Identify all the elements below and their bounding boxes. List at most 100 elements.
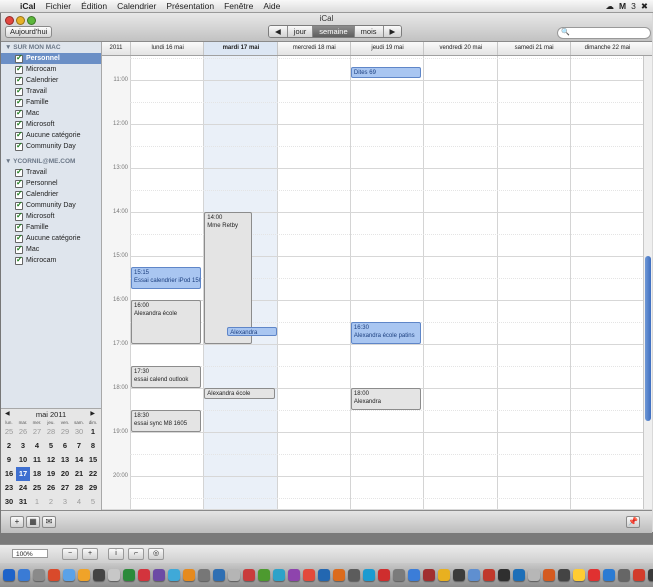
mini-day[interactable]: 3 bbox=[16, 439, 30, 453]
mini-day[interactable]: 28 bbox=[44, 425, 58, 439]
calendar-checkbox[interactable] bbox=[15, 232, 23, 243]
spotlight-search-icon[interactable]: ✖ bbox=[641, 1, 648, 12]
dock-app-icon[interactable] bbox=[408, 569, 420, 581]
adobe-menu-icon[interactable]: M bbox=[619, 1, 626, 11]
dock-app-icon[interactable] bbox=[588, 569, 600, 581]
mini-day[interactable]: 13 bbox=[58, 453, 72, 467]
calendar-checkbox[interactable] bbox=[15, 52, 23, 63]
mini-day[interactable]: 6 bbox=[58, 439, 72, 453]
dock-app-icon[interactable] bbox=[3, 569, 15, 581]
dock-app-icon[interactable] bbox=[48, 569, 60, 581]
mini-day[interactable]: 1 bbox=[86, 425, 100, 439]
mini-day[interactable]: 29 bbox=[86, 481, 100, 495]
mini-day[interactable]: 30 bbox=[2, 495, 16, 509]
calendar-event[interactable]: 15:15Essai calendrier iPod 1505/1 bbox=[131, 267, 202, 290]
mini-day[interactable]: 14 bbox=[72, 453, 86, 467]
dock-app-icon[interactable] bbox=[108, 569, 120, 581]
sidebar-item-community-day[interactable]: Community Day bbox=[1, 140, 101, 152]
mini-day[interactable]: 25 bbox=[30, 481, 44, 495]
menu-calendrier[interactable]: Calendrier bbox=[112, 1, 161, 11]
menu-fichier[interactable]: Fichier bbox=[41, 1, 77, 11]
mini-day[interactable]: 17 bbox=[16, 467, 30, 481]
search-field[interactable]: 🔍 bbox=[557, 27, 651, 39]
calendar-checkbox[interactable] bbox=[15, 140, 23, 151]
mini-next-month-icon[interactable]: ▶ bbox=[90, 409, 95, 420]
tab-semaine[interactable]: semaine bbox=[313, 26, 355, 37]
mini-day[interactable]: 18 bbox=[30, 467, 44, 481]
calendar-event[interactable]: Alexandra bbox=[227, 326, 278, 337]
calendar-checkbox[interactable] bbox=[15, 199, 23, 210]
info-icon[interactable]: i bbox=[108, 548, 124, 560]
dock-app-icon[interactable] bbox=[288, 569, 300, 581]
tab-jour[interactable]: jour bbox=[287, 26, 314, 37]
day-header[interactable]: dimanche 22 mai bbox=[569, 42, 644, 55]
dock-app-icon[interactable] bbox=[528, 569, 540, 581]
calendar-checkbox[interactable] bbox=[15, 118, 23, 129]
mini-day[interactable]: 9 bbox=[2, 453, 16, 467]
mini-prev-month-icon[interactable]: ◀ bbox=[5, 409, 10, 420]
tab-mois[interactable]: mois bbox=[354, 26, 384, 37]
dock-app-icon[interactable] bbox=[483, 569, 495, 581]
next-week-button[interactable]: ▶ bbox=[383, 26, 402, 37]
dock-app-icon[interactable] bbox=[183, 569, 195, 581]
zoom-in-icon[interactable]: + bbox=[82, 548, 98, 560]
dock-app-icon[interactable] bbox=[33, 569, 45, 581]
dock-app-icon[interactable] bbox=[348, 569, 360, 581]
dock-app-icon[interactable] bbox=[93, 569, 105, 581]
mini-day[interactable]: 8 bbox=[86, 439, 100, 453]
calendar-checkbox[interactable] bbox=[15, 85, 23, 96]
previous-week-button[interactable]: ◀ bbox=[269, 26, 288, 37]
mini-day[interactable]: 24 bbox=[16, 481, 30, 495]
mini-day[interactable]: 1 bbox=[30, 495, 44, 509]
mini-day[interactable]: 11 bbox=[30, 453, 44, 467]
dock-app-icon[interactable] bbox=[198, 569, 210, 581]
calendar-checkbox[interactable] bbox=[15, 221, 23, 232]
calendar-checkbox[interactable] bbox=[15, 177, 23, 188]
mini-day[interactable]: 5 bbox=[86, 495, 100, 509]
calendar-event[interactable]: 17:30 essai calend outlook bbox=[131, 366, 202, 389]
calendar-checkbox[interactable] bbox=[15, 129, 23, 140]
dock-app-icon[interactable] bbox=[18, 569, 30, 581]
dock-app-icon[interactable] bbox=[648, 569, 653, 581]
menu-aide[interactable]: Aide bbox=[258, 1, 285, 11]
dock-app-icon[interactable] bbox=[393, 569, 405, 581]
dock-app-icon[interactable] bbox=[453, 569, 465, 581]
dock-app-icon[interactable] bbox=[423, 569, 435, 581]
app-menu[interactable]: iCal bbox=[15, 1, 41, 11]
dock-app-icon[interactable] bbox=[618, 569, 630, 581]
day-header[interactable]: jeudi 19 mai bbox=[349, 42, 424, 55]
dock-app-icon[interactable] bbox=[273, 569, 285, 581]
dock-app-icon[interactable] bbox=[513, 569, 525, 581]
calendar-checkbox[interactable] bbox=[15, 243, 23, 254]
dock-app-icon[interactable] bbox=[573, 569, 585, 581]
mini-day[interactable]: 26 bbox=[16, 425, 30, 439]
calendar-checkbox[interactable] bbox=[15, 254, 23, 265]
mini-day[interactable]: 5 bbox=[44, 439, 58, 453]
calendar-checkbox[interactable] bbox=[15, 107, 23, 118]
dock-app-icon[interactable] bbox=[543, 569, 555, 581]
mini-day[interactable]: 19 bbox=[44, 467, 58, 481]
mini-day[interactable]: 21 bbox=[72, 467, 86, 481]
crop-icon[interactable]: ⌐ bbox=[128, 548, 144, 560]
mini-day[interactable]: 28 bbox=[72, 481, 86, 495]
dock-app-icon[interactable] bbox=[258, 569, 270, 581]
dock-app-icon[interactable] bbox=[468, 569, 480, 581]
mini-day[interactable]: 4 bbox=[30, 439, 44, 453]
week-grid[interactable]: 11:00 12:00 13:00 14:00 15:00 16:00 17:00 18:00… bbox=[102, 56, 652, 509]
dock-app-icon[interactable] bbox=[378, 569, 390, 581]
calendar-checkbox[interactable] bbox=[15, 166, 23, 177]
dock-app-icon[interactable] bbox=[603, 569, 615, 581]
calendar-event[interactable]: Alexandra école bbox=[204, 388, 275, 400]
dock-app-icon[interactable] bbox=[228, 569, 240, 581]
mini-day[interactable]: 25 bbox=[2, 425, 16, 439]
calendar-event[interactable]: 18:00 Alexandra bbox=[350, 388, 422, 411]
calendar-event[interactable]: 16:30 Alexandra école patins bbox=[350, 322, 422, 345]
sidebar-item-microcam[interactable]: Microcam bbox=[1, 254, 101, 266]
mini-day[interactable]: 20 bbox=[58, 467, 72, 481]
dock-app-icon[interactable] bbox=[213, 569, 225, 581]
mini-day[interactable]: 7 bbox=[72, 439, 86, 453]
day-header[interactable]: samedi 21 mai bbox=[496, 42, 571, 55]
mini-day[interactable]: 27 bbox=[58, 481, 72, 495]
dock-app-icon[interactable] bbox=[438, 569, 450, 581]
menu-edition[interactable]: Édition bbox=[76, 1, 112, 11]
